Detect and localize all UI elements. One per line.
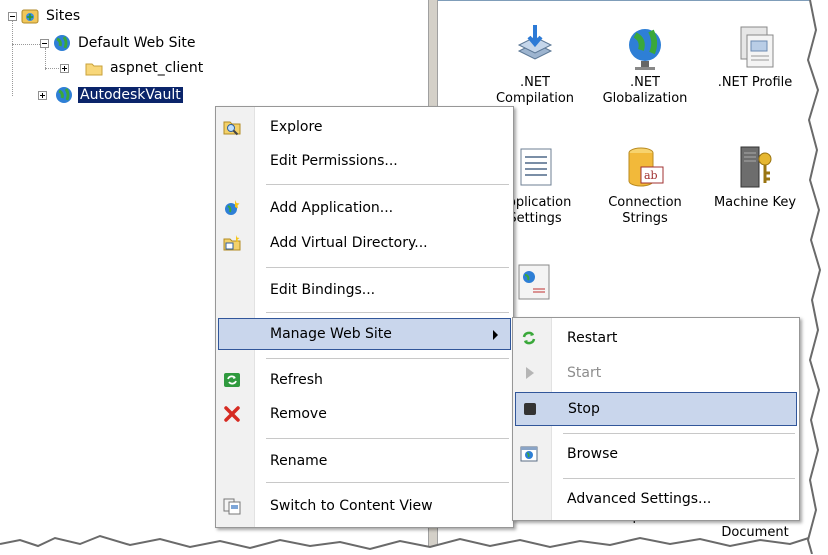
menu-item-restart[interactable]: Restart: [515, 322, 797, 354]
tree-node-aspnet-client[interactable]: aspnet_client: [60, 57, 205, 79]
globe-icon: [53, 34, 71, 52]
content-view-icon: [222, 496, 242, 516]
menu-item-label: Add Application...: [270, 200, 394, 216]
tree-label: Default Web Site: [78, 35, 196, 51]
browse-icon: [519, 444, 539, 464]
feature-connection-strings[interactable]: ab Connection Strings: [590, 143, 700, 227]
menu-item-label: Edit Permissions...: [270, 153, 398, 169]
torn-edge-right: [806, 0, 828, 554]
collapse-icon[interactable]: [8, 11, 17, 21]
application-settings-icon: [511, 143, 559, 191]
menu-item-label: Restart: [567, 330, 618, 346]
menu-separator: [563, 478, 795, 479]
menu-separator: [266, 312, 509, 313]
context-menu: Explore Edit Permissions... Add Applicat…: [215, 106, 514, 528]
feature-label: Connection: [608, 195, 682, 210]
menu-item-stop[interactable]: Stop: [515, 392, 797, 426]
feature-label: Strings: [622, 211, 668, 226]
tree-node-autodesk-vault[interactable]: AutodeskVault: [38, 84, 183, 106]
tree-node-sites[interactable]: Sites: [8, 5, 82, 27]
manage-web-site-submenu: Restart Start Stop Browse Advanced Setti…: [512, 317, 800, 521]
feature-label: .NET: [629, 75, 660, 90]
connection-strings-icon: ab: [621, 143, 669, 191]
torn-edge-bottom: [0, 531, 828, 554]
menu-item-label: Edit Bindings...: [270, 282, 376, 298]
tree-label: aspnet_client: [110, 60, 204, 76]
restart-icon: [519, 328, 539, 348]
menu-item-edit-bindings[interactable]: Edit Bindings...: [218, 274, 511, 306]
submenu-arrow-icon: [493, 330, 498, 340]
menu-separator: [266, 184, 509, 185]
svg-text:ab: ab: [644, 169, 658, 182]
menu-item-advanced-settings[interactable]: Advanced Settings...: [515, 483, 797, 515]
menu-item-rename[interactable]: Rename: [218, 445, 511, 477]
menu-separator: [563, 433, 795, 434]
net-profile-icon: [731, 23, 779, 71]
menu-item-label: Switch to Content View: [270, 498, 433, 514]
feature-net-profile[interactable]: .NET Profile: [700, 23, 810, 91]
collapse-icon[interactable]: [40, 38, 49, 48]
menu-item-label: Remove: [270, 406, 327, 422]
folder-icon: [85, 59, 103, 77]
feature-label: Globalization: [602, 91, 688, 106]
menu-item-label: Add Virtual Directory...: [270, 235, 428, 251]
menu-separator: [266, 267, 509, 268]
refresh-icon: [222, 370, 242, 390]
feature-machine-key[interactable]: Machine Key: [700, 143, 810, 211]
menu-item-manage-web-site[interactable]: Manage Web Site: [218, 318, 511, 350]
menu-item-label: Start: [567, 365, 602, 381]
globe-icon: [621, 23, 669, 71]
menu-item-label: Browse: [567, 446, 618, 462]
tree-connector: [12, 44, 40, 45]
menu-item-refresh[interactable]: Refresh: [218, 364, 511, 396]
menu-item-label: Stop: [568, 401, 600, 417]
globe-icon: [55, 86, 73, 104]
menu-separator: [266, 438, 509, 439]
menu-item-label: Explore: [270, 119, 323, 135]
menu-item-remove[interactable]: Remove: [218, 398, 511, 430]
add-application-icon: [222, 198, 242, 218]
menu-item-label: Advanced Settings...: [567, 491, 712, 507]
feature-label: Machine Key: [713, 195, 797, 210]
tree-label: Sites: [46, 8, 81, 24]
net-compilation-icon: [511, 23, 559, 71]
feature-label: Compilation: [495, 91, 575, 106]
feature-net-globalization[interactable]: .NET Globalization: [590, 23, 700, 107]
menu-item-add-application[interactable]: Add Application...: [218, 192, 511, 224]
menu-separator: [266, 482, 509, 483]
remove-icon: [222, 404, 242, 424]
expand-icon[interactable]: [38, 90, 47, 100]
feature-label: .NET: [519, 75, 550, 90]
menu-item-label: Refresh: [270, 372, 323, 388]
menu-item-label: Rename: [270, 453, 328, 469]
menu-item-add-virtual-directory[interactable]: Add Virtual Directory...: [218, 227, 511, 259]
tree-label: AutodeskVault: [78, 87, 183, 103]
menu-item-explore[interactable]: Explore: [218, 111, 511, 143]
menu-item-edit-permissions[interactable]: Edit Permissions...: [218, 145, 511, 177]
machine-key-icon: [731, 143, 779, 191]
menu-item-label: Manage Web Site: [270, 326, 392, 342]
menu-item-start[interactable]: Start: [515, 357, 797, 389]
add-virtual-directory-icon: [222, 233, 242, 253]
play-icon: [519, 363, 539, 383]
expand-icon[interactable]: [60, 63, 69, 73]
feature-net-compilation[interactable]: .NET Compilation: [480, 23, 590, 107]
explore-icon: [222, 117, 242, 137]
stop-icon: [520, 399, 540, 419]
menu-item-browse[interactable]: Browse: [515, 438, 797, 470]
providers-icon: [511, 263, 559, 311]
sites-icon: [21, 7, 39, 25]
tree-node-default-web-site[interactable]: Default Web Site: [40, 32, 197, 54]
feature-label: .NET Profile: [717, 75, 793, 90]
menu-separator: [266, 358, 509, 359]
